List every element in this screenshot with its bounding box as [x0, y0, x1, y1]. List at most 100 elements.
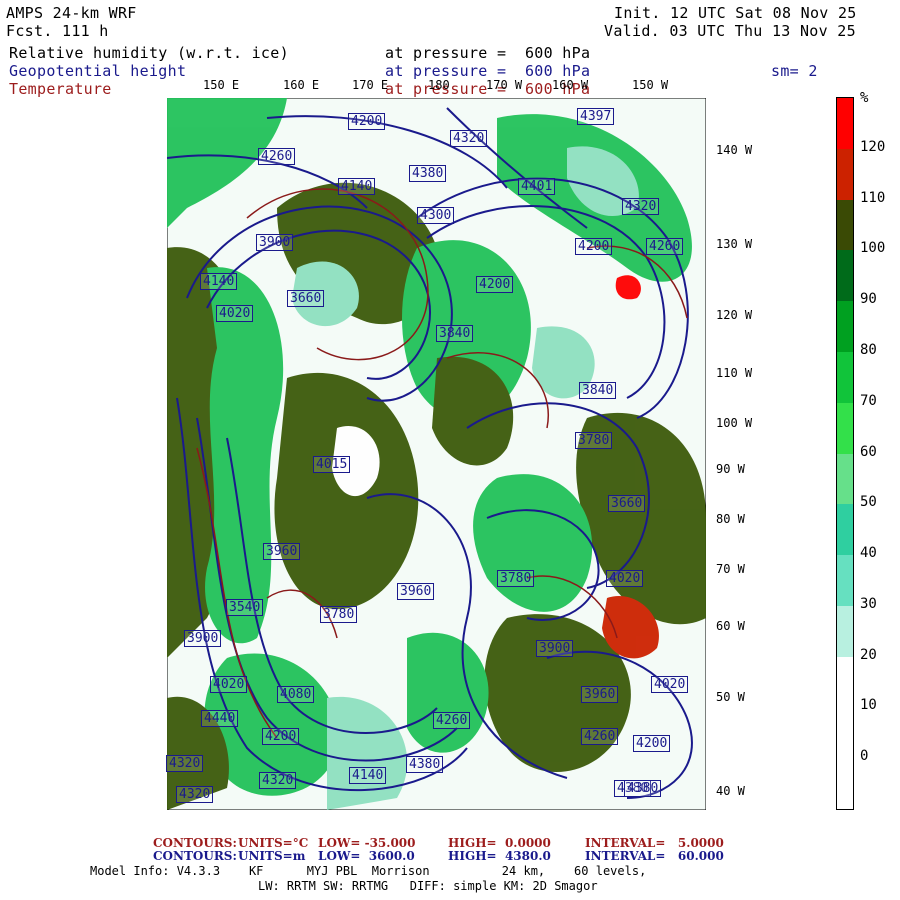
lon-label: 70 W: [716, 562, 745, 576]
lon-label: 140 W: [716, 143, 753, 157]
height-contour-label: 4300: [417, 207, 455, 224]
height-contour-label: 3660: [287, 290, 325, 307]
colorbar-tick-label: 110: [860, 189, 886, 206]
lon-label: 130 W: [716, 237, 753, 251]
height-contour-label: 4200: [476, 276, 514, 293]
height-contour-label: 4320: [166, 755, 204, 772]
colorbar-tick-label: 0: [860, 748, 869, 765]
init-time: Init. 12 UTC Sat 08 Nov 25: [614, 4, 857, 22]
colorbar-segment: [837, 98, 853, 150]
height-contour-label: 4020: [606, 570, 644, 587]
height-contour-label: 4440: [201, 710, 239, 727]
height-contour-label: 4320: [176, 786, 214, 803]
model-info-line1: Model Info: V4.3.3 KF MYJ PBL Morrison 2…: [90, 864, 647, 878]
lon-label: 120 W: [716, 308, 753, 322]
field-rh-name: Relative humidity (w.r.t. ice): [9, 44, 289, 62]
colorbar-segment: [837, 605, 853, 658]
height-contour-label: 3540: [226, 599, 264, 616]
height-contour-label: 4140: [338, 178, 376, 195]
lon-label: 150 E: [203, 78, 240, 92]
colorbar-segment: [837, 351, 853, 404]
colorbar-segment: [837, 707, 853, 759]
height-contour-label: 4260: [258, 148, 296, 165]
lon-label: 160 W: [552, 78, 589, 92]
field-height-name: Geopotential height: [9, 62, 187, 80]
colorbar-tick-label: 100: [860, 240, 886, 257]
height-contour-label: 4020: [216, 305, 254, 322]
colorbar-tick-label: 90: [860, 291, 877, 308]
height-contour-label: 3960: [263, 543, 301, 560]
colorbar-segment: [837, 402, 853, 454]
height-contour-label: 4020: [210, 676, 248, 693]
height-contour-label: 3840: [436, 325, 474, 342]
lon-label: 170 E: [352, 78, 389, 92]
lon-label: 80 W: [716, 512, 745, 526]
height-contour-label: 4320: [450, 130, 488, 147]
height-contour-label: 4380: [406, 756, 444, 773]
colorbar-segment: [837, 504, 853, 556]
lon-label: 60 W: [716, 619, 745, 633]
height-contour-label: 3900: [536, 640, 574, 657]
height-contours-label: CONTOURS:: [153, 849, 237, 863]
height-contour-label: 4140: [349, 767, 387, 784]
colorbar-segment: [837, 250, 853, 302]
colorbar-segment: [837, 453, 853, 505]
height-contour-label: 3660: [608, 495, 646, 512]
height-contour-label: 4260: [433, 712, 471, 729]
colorbar-segment: [837, 148, 853, 201]
colorbar-segment: [837, 555, 853, 607]
colorbar: [836, 97, 854, 810]
height-contour-label: 4140: [200, 273, 238, 290]
height-contour-label: 4380: [624, 780, 662, 797]
field-rh-level: at pressure = 600 hPa: [385, 44, 591, 62]
height-contour-label: 3960: [581, 686, 619, 703]
colorbar-unit: %: [860, 90, 869, 106]
colorbar-tick-label: 10: [860, 697, 877, 714]
lon-label: 170 W: [486, 78, 523, 92]
height-contours-high: HIGH= 4380.0: [448, 849, 551, 863]
height-contours-low: LOW= 3600.0: [318, 849, 415, 863]
height-contour-label: 3960: [397, 583, 435, 600]
lon-label: 50 W: [716, 690, 745, 704]
height-contour-label: 3900: [184, 630, 222, 647]
height-contour-label: 3780: [575, 432, 613, 449]
colorbar-tick-label: 60: [860, 443, 877, 460]
height-contour-label: 4080: [277, 686, 315, 703]
colorbar-tick-label: 40: [860, 545, 877, 562]
colorbar-segment: [837, 758, 853, 810]
height-contour-label: 4200: [348, 113, 386, 130]
colorbar-segment: [837, 199, 853, 251]
model-title: AMPS 24-km WRF: [6, 4, 137, 22]
lon-label: 40 W: [716, 784, 745, 798]
height-contour-label: 3780: [320, 606, 358, 623]
height-contour-label: 4397: [577, 108, 615, 125]
colorbar-segment: [837, 301, 853, 353]
height-contour-label: 4020: [651, 676, 689, 693]
height-contour-label: 4401: [518, 178, 556, 195]
height-contour-label: 3840: [579, 382, 617, 399]
lon-label: 90 W: [716, 462, 745, 476]
valid-time: Valid. 03 UTC Thu 13 Nov 25: [604, 22, 856, 40]
height-contour-label: 4320: [259, 772, 297, 789]
lon-label: 150 W: [632, 78, 669, 92]
height-contour-label: 4320: [622, 198, 660, 215]
smoothing-label: sm= 2: [771, 62, 818, 80]
height-contours-interval: INTERVAL= 60.000: [585, 849, 724, 863]
colorbar-tick-label: 80: [860, 341, 877, 358]
lon-label: 100 W: [716, 416, 753, 430]
height-contour-label: 4260: [581, 728, 619, 745]
height-contour-label: 4200: [262, 728, 300, 745]
height-contour-label: 4260: [646, 238, 684, 255]
colorbar-tick-label: 30: [860, 595, 877, 612]
colorbar-tick-label: 50: [860, 494, 877, 511]
field-temp-name: Temperature: [9, 80, 112, 98]
lon-label: 160 E: [283, 78, 320, 92]
height-contour-label: 4015: [313, 456, 351, 473]
model-info-line2: LW: RRTM SW: RRTMG DIFF: simple KM: 2D S…: [258, 879, 598, 893]
colorbar-tick-label: 20: [860, 646, 877, 663]
forecast-hour: Fcst. 111 h: [6, 22, 109, 40]
height-contour-label: 4380: [409, 165, 447, 182]
colorbar-tick-label: 120: [860, 138, 886, 155]
height-contours-units: UNITS=m: [238, 849, 306, 863]
height-contour-label: 4200: [633, 735, 671, 752]
